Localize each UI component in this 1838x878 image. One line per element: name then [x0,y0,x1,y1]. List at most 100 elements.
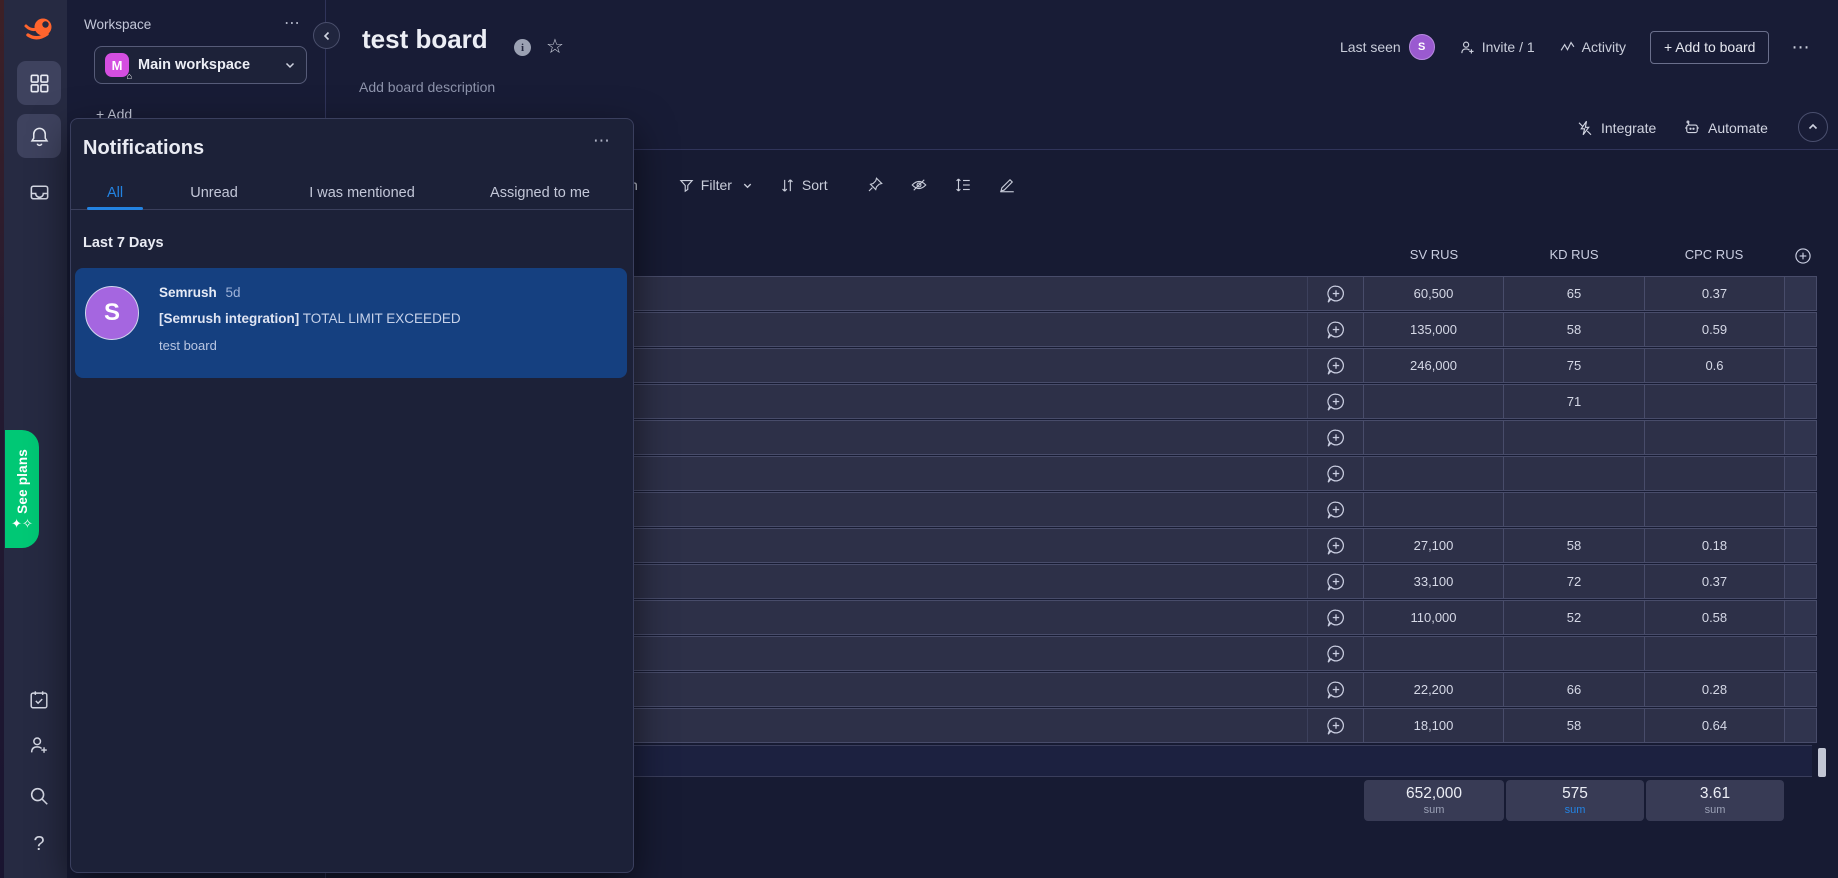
notification-item[interactable]: S Semrush 5d [Semrush integration] TOTAL… [75,268,627,378]
item-name-cell[interactable] [601,493,1308,526]
value-cell-cpc[interactable] [1645,421,1785,454]
value-cell-sv[interactable]: 33,100 [1364,565,1504,598]
table-row[interactable]: 18,100 58 0.64 [600,708,1817,743]
add-conversation-icon[interactable] [1308,421,1364,454]
add-conversation-icon[interactable] [1308,385,1364,418]
value-cell-sv[interactable]: 60,500 [1364,277,1504,310]
sort-button[interactable]: Sort [779,177,828,194]
value-cell-cpc[interactable] [1645,385,1785,418]
table-row[interactable]: 60,500 65 0.37 [600,276,1817,311]
add-conversation-icon[interactable] [1308,565,1364,598]
add-to-board-button[interactable]: + Add to board [1649,30,1770,64]
notifications-more-icon[interactable]: ⋯ [593,131,611,151]
value-cell-cpc[interactable]: 0.64 [1645,709,1785,742]
item-name-cell[interactable] [601,277,1308,310]
add-conversation-icon[interactable] [1308,313,1364,346]
add-conversation-icon[interactable] [1308,457,1364,490]
my-work-calendar-icon[interactable] [17,682,61,718]
see-plans-badge[interactable]: See plans ✦✧ [5,430,39,548]
summary-sv[interactable]: 652,000 sum [1364,780,1504,821]
table-row[interactable]: 27,100 58 0.18 [600,528,1817,563]
value-cell-kd[interactable]: 75 [1504,349,1645,382]
item-name-cell[interactable] [601,529,1308,562]
value-cell-cpc[interactable]: 0.58 [1645,601,1785,634]
item-name-cell[interactable] [601,565,1308,598]
table-row[interactable]: 110,000 52 0.58 [600,600,1817,635]
add-conversation-icon[interactable] [1308,601,1364,634]
help-icon[interactable]: ? [17,826,61,862]
invite-members-icon[interactable] [17,727,61,763]
column-header-kd[interactable]: KD RUS [1549,247,1598,262]
search-icon[interactable] [17,778,61,814]
invite-button[interactable]: Invite / 1 [1459,39,1535,56]
summary-kd[interactable]: 575 sum [1506,780,1644,821]
customize-button[interactable] [998,176,1016,194]
tab-assigned-to-me[interactable]: Assigned to me [490,185,590,201]
board-title[interactable]: test board [362,24,488,55]
workspace-more-icon[interactable]: ⋯ [284,13,301,33]
item-name-cell[interactable] [601,673,1308,706]
hide-columns-button[interactable] [910,176,928,194]
table-row[interactable] [600,492,1817,527]
item-name-cell[interactable] [601,313,1308,346]
item-name-cell[interactable] [601,709,1308,742]
value-cell-kd[interactable] [1504,637,1645,670]
board-info-icon[interactable]: i [514,39,531,56]
collapse-header-button[interactable] [1798,112,1828,142]
add-conversation-icon[interactable] [1308,493,1364,526]
favorite-star-icon[interactable]: ☆ [546,34,564,59]
value-cell-cpc[interactable]: 0.37 [1645,565,1785,598]
apps-grid-icon[interactable] [17,61,61,105]
table-row[interactable] [600,456,1817,491]
activity-button[interactable]: Activity [1559,39,1626,56]
value-cell-kd[interactable]: 58 [1504,529,1645,562]
value-cell-sv[interactable]: 110,000 [1364,601,1504,634]
value-cell-cpc[interactable]: 0.37 [1645,277,1785,310]
value-cell-cpc[interactable]: 0.59 [1645,313,1785,346]
inbox-tray-icon[interactable] [17,174,61,210]
value-cell-sv[interactable] [1364,637,1504,670]
pin-button[interactable] [866,176,884,194]
table-row[interactable] [600,420,1817,455]
value-cell-cpc[interactable] [1645,457,1785,490]
value-cell-sv[interactable] [1364,493,1504,526]
value-cell-kd[interactable]: 58 [1504,313,1645,346]
add-item-row[interactable] [600,745,1812,777]
table-row[interactable]: 246,000 75 0.6 [600,348,1817,383]
board-more-icon[interactable]: ⋯ [1791,37,1810,58]
add-column-button[interactable] [1793,246,1813,266]
value-cell-cpc[interactable] [1645,637,1785,670]
item-name-cell[interactable] [601,637,1308,670]
collapse-sidebar-button[interactable] [313,22,340,49]
value-cell-kd[interactable]: 58 [1504,709,1645,742]
add-conversation-icon[interactable] [1308,277,1364,310]
value-cell-cpc[interactable]: 0.28 [1645,673,1785,706]
value-cell-kd[interactable] [1504,457,1645,490]
vertical-scrollbar-thumb[interactable] [1818,748,1826,777]
table-row[interactable]: 71 [600,384,1817,419]
summary-cpc[interactable]: 3.61 sum [1646,780,1784,821]
filter-button[interactable]: Filter [678,177,753,194]
table-row[interactable]: 33,100 72 0.37 [600,564,1817,599]
value-cell-cpc[interactable]: 0.18 [1645,529,1785,562]
add-conversation-icon[interactable] [1308,709,1364,742]
column-header-sv[interactable]: SV RUS [1410,247,1458,262]
value-cell-kd[interactable] [1504,421,1645,454]
value-cell-sv[interactable]: 22,200 [1364,673,1504,706]
add-conversation-icon[interactable] [1308,673,1364,706]
value-cell-kd[interactable]: 65 [1504,277,1645,310]
column-header-cpc[interactable]: CPC RUS [1685,247,1744,262]
value-cell-sv[interactable]: 246,000 [1364,349,1504,382]
item-name-cell[interactable] [601,421,1308,454]
add-conversation-icon[interactable] [1308,637,1364,670]
value-cell-kd[interactable]: 52 [1504,601,1645,634]
member-avatar[interactable]: S [1408,34,1435,60]
value-cell-sv[interactable] [1364,385,1504,418]
value-cell-sv[interactable] [1364,421,1504,454]
semrush-logo-icon[interactable] [17,13,61,49]
automate-button[interactable]: Automate [1683,116,1768,140]
table-row[interactable]: 135,000 58 0.59 [600,312,1817,347]
workspace-selector[interactable]: M ⌂ Main workspace [94,46,307,84]
value-cell-cpc[interactable] [1645,493,1785,526]
tab-unread[interactable]: Unread [190,185,238,201]
